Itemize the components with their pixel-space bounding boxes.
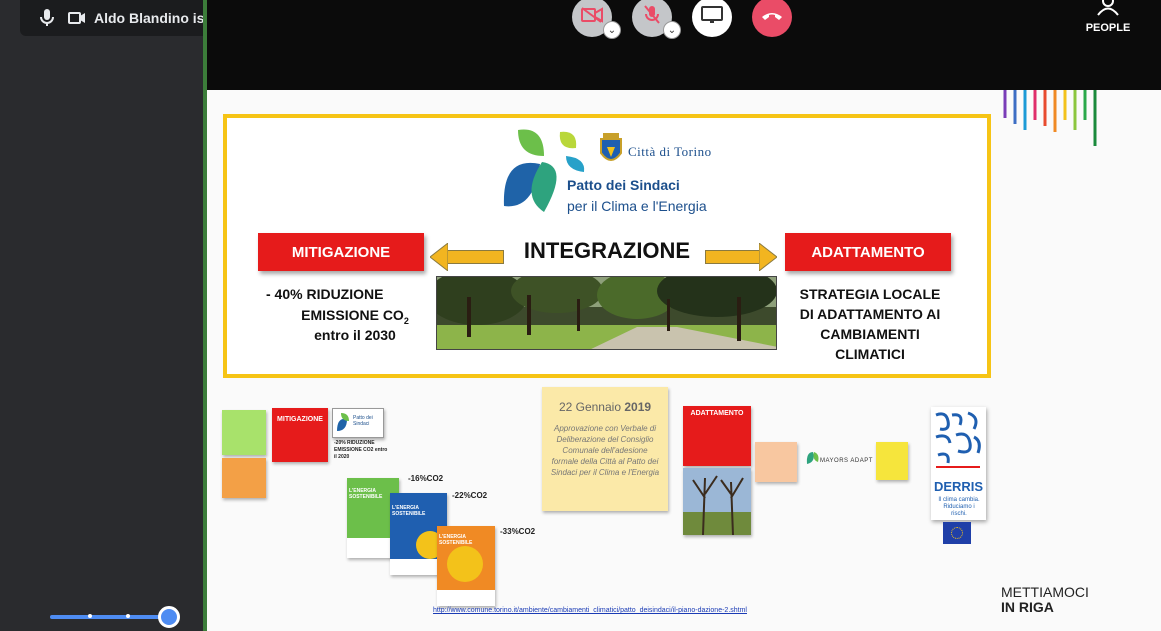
trees-photo (683, 468, 751, 535)
left-arrow-shaft (440, 250, 504, 264)
mic-off-icon (644, 4, 660, 30)
integrazione-title: INTEGRAZIONE (523, 238, 691, 263)
camera-icon[interactable] (68, 9, 86, 27)
slider-tick (126, 614, 130, 618)
people-button[interactable]: PEOPLE (1083, 0, 1133, 36)
footer-logo: METTIAMOCI IN RIGA (1001, 585, 1089, 615)
park-photo (436, 276, 777, 350)
adaptation-line-1: STRATEGIA LOCALE (799, 286, 941, 302)
small-patto-icon (337, 413, 349, 431)
cover-2-title: L'ENERGIA SOSTENIBILE (392, 505, 426, 517)
present-screen-icon (701, 5, 723, 29)
footer-line-1: METTIAMOCI (1001, 584, 1089, 600)
action-plan-cover-3: L'ENERGIA SOSTENIBILE (437, 526, 495, 606)
source-url-link[interactable]: http://www.comune.torino.it/ambiente/cam… (433, 607, 747, 614)
mic-icon[interactable] (38, 9, 56, 27)
adaptation-line-3: CAMBIAMENTI (820, 326, 920, 342)
video-top-area (204, 0, 1161, 90)
adaptation-line-2: DI ADATTAMENTO AI (799, 306, 941, 322)
adaptation-line-4: CLIMATICI (835, 346, 905, 362)
small-patto-logo: Patto dei Sindaci (332, 408, 384, 438)
derris-title: DERRIS (933, 479, 984, 494)
city-name: Città di Torino (628, 144, 712, 159)
small-mitigazione-card: MITIGAZIONE (272, 408, 328, 462)
mitigation-line-1: - 40% RIDUZIONE (266, 286, 384, 302)
mic-options-chevron-icon[interactable]: ⌄ (663, 21, 681, 39)
approval-text: Approvazione con Verbale di Deliberazion… (550, 424, 660, 477)
derris-pattern-icon (934, 411, 982, 469)
slider-tick (88, 614, 92, 618)
peach-sticky-note (755, 442, 797, 482)
right-arrow-shaft (705, 250, 767, 264)
mitigazione-box: MITIGAZIONE (258, 233, 424, 271)
pct-22-label: -22%CO2 (452, 491, 488, 500)
meeting-window: Aldo Blandino is talking ⌄ ⌄ PEOPLE Patt… (0, 0, 1161, 631)
mitigation-line-3: entro il 2030 (314, 327, 396, 343)
small-adattamento-card: ADATTAMENTO (683, 406, 751, 466)
zoom-slider[interactable] (50, 606, 180, 628)
hang-up-icon (761, 8, 783, 26)
adattamento-box: ADATTAMENTO (785, 233, 951, 271)
slider-knob[interactable] (158, 606, 180, 628)
derris-subtitle: Il clima cambia. Riduciamo i rischi. (938, 497, 980, 517)
torino-crest-icon (600, 133, 622, 161)
pct-33-label: -33%CO2 (500, 527, 536, 536)
footer-line-2: IN RIGA (1001, 599, 1054, 615)
mayors-adapt-leaf-icon (806, 452, 819, 464)
mayors-adapt-label: MAYORS ADAPT (820, 458, 873, 464)
yellow-sticky-note (876, 442, 908, 480)
green-sticky-note (222, 410, 266, 455)
camera-off-icon (581, 6, 603, 28)
small-reduction-text: -20% RIDUZIONE EMISSIONE CO2 entro il 20… (334, 440, 388, 460)
date-card: 22 Gennaio 2019 Approvazione con Verbale… (542, 387, 668, 511)
people-label: PEOPLE (1085, 22, 1131, 34)
date-label: 22 Gennaio 2019 (558, 400, 652, 414)
patto-title: Patto dei Sindaci (567, 177, 680, 193)
derris-card: DERRIS Il clima cambia. Riduciamo i risc… (931, 407, 986, 520)
cover-3-title: L'ENERGIA SOSTENIBILE (439, 534, 473, 546)
small-patto-label: Patto dei Sindaci (353, 415, 373, 427)
eu-flag-icon (943, 522, 971, 544)
small-mitigazione-label: MITIGAZIONE (277, 416, 323, 423)
right-arrow-icon (759, 243, 777, 271)
orange-sticky-note (222, 458, 266, 498)
left-arrow-icon (430, 243, 448, 271)
camera-options-chevron-icon[interactable]: ⌄ (603, 21, 621, 39)
people-icon (1097, 0, 1119, 19)
small-adattamento-label: ADATTAMENTO (690, 410, 744, 417)
decorative-stripes (1003, 90, 1097, 146)
pct-16-label: -16%CO2 (408, 474, 444, 483)
side-panel (0, 0, 204, 631)
patto-subtitle: per il Clima e l'Energia (567, 198, 707, 214)
